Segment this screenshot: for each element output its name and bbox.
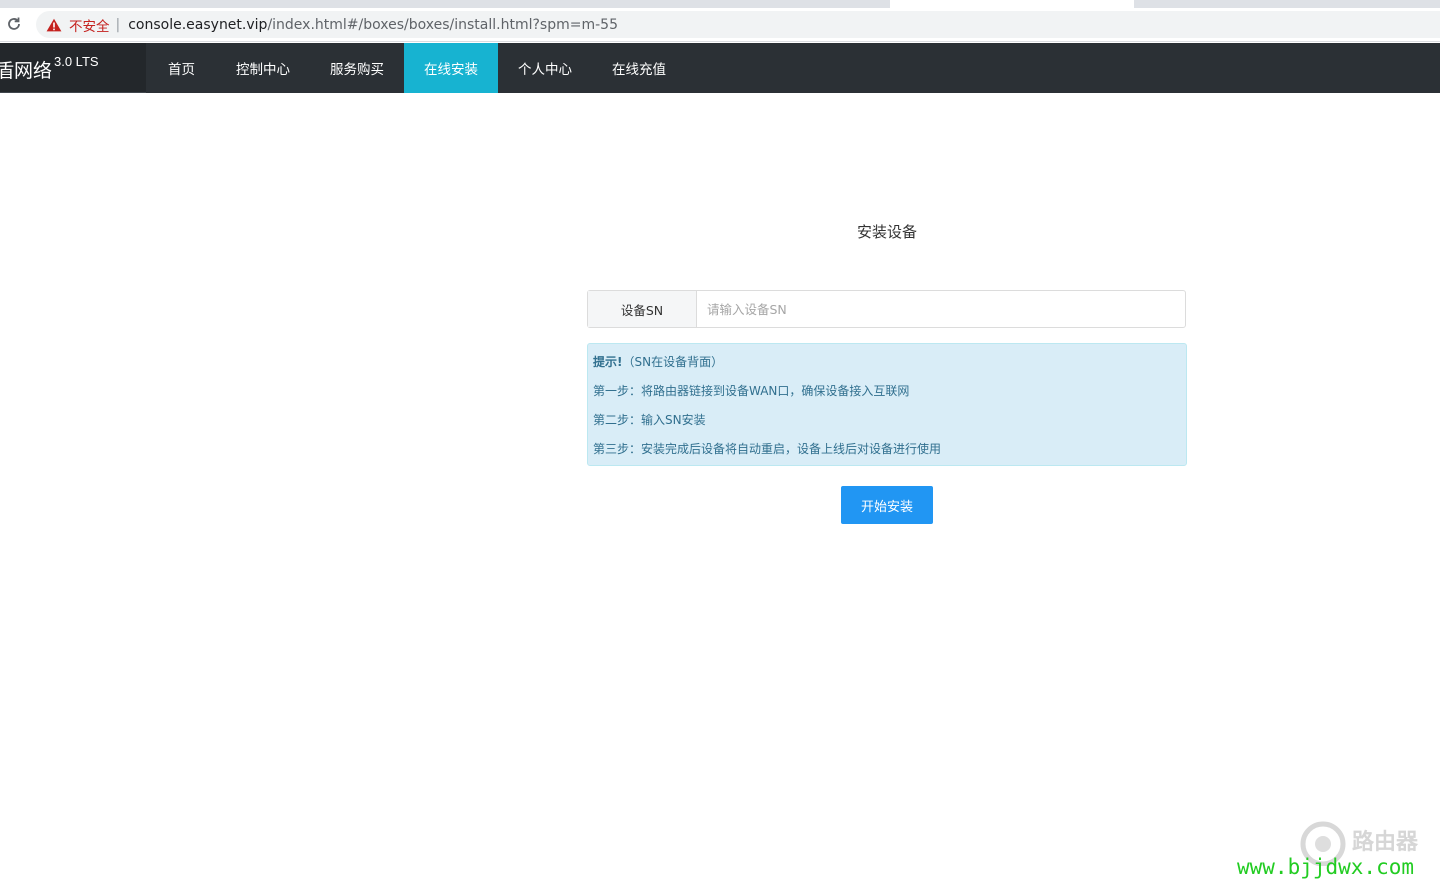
- sn-input[interactable]: [697, 291, 1185, 327]
- url-host: console.easynet.vip: [128, 16, 268, 33]
- nav-item-personal-center[interactable]: 个人中心: [498, 43, 592, 93]
- watermark-name: 路由器: [1352, 830, 1419, 855]
- nav-item-home[interactable]: 首页: [146, 43, 216, 93]
- browser-tabstrip: [0, 0, 1440, 8]
- watermark-url: www.bjjdwx.com: [1237, 855, 1415, 879]
- top-navbar: 盾网络 3.0 LTS 首页 控制中心 服务购买 在线安装 个人中心 在线充值: [0, 43, 1440, 93]
- brand-version: 3.0 LTS: [54, 54, 99, 69]
- nav-item-service-purchase[interactable]: 服务购买: [310, 43, 404, 93]
- sn-field-label: 设备SN: [588, 291, 697, 327]
- brand[interactable]: 盾网络 3.0 LTS: [0, 43, 146, 93]
- security-label[interactable]: 不安全: [69, 15, 110, 35]
- brand-name: 盾网络: [0, 60, 53, 82]
- url-omnibox[interactable]: 不安全 | console.easynet.vip /index.html#/b…: [36, 11, 1440, 38]
- page-title: 安装设备: [856, 223, 917, 241]
- warning-icon: [46, 18, 62, 32]
- tips-note: （SN在设备背面）: [622, 355, 724, 369]
- tips-step-1: 第一步：将路由器链接到设备WAN口，确保设备接入互联网: [593, 384, 910, 398]
- tips-alert: 提示!（SN在设备背面） 第一步：将路由器链接到设备WAN口，确保设备接入互联网…: [587, 343, 1187, 466]
- start-install-button[interactable]: 开始安装: [841, 486, 933, 524]
- sn-input-group: 设备SN: [587, 290, 1186, 328]
- nav-item-online-recharge[interactable]: 在线充值: [592, 43, 686, 93]
- tips-step-2: 第二步：输入SN安装: [593, 413, 706, 427]
- tips-step-3: 第三步：安装完成后设备将自动重启，设备上线后对设备进行使用: [593, 442, 942, 456]
- tips-heading: 提示!: [593, 355, 623, 369]
- browser-address-bar: 不安全 | console.easynet.vip /index.html#/b…: [0, 8, 1440, 42]
- nav-item-control-center[interactable]: 控制中心: [216, 43, 310, 93]
- main-nav: 首页 控制中心 服务购买 在线安装 个人中心 在线充值: [146, 43, 686, 93]
- reload-icon[interactable]: [5, 15, 23, 33]
- url-path: /index.html#/boxes/boxes/install.html?sp…: [267, 16, 618, 33]
- nav-item-online-install[interactable]: 在线安装: [404, 43, 498, 93]
- url-separator: |: [115, 16, 121, 33]
- tips-header: 提示!（SN在设备背面）: [593, 353, 1186, 382]
- browser-active-tab[interactable]: [890, 0, 1134, 8]
